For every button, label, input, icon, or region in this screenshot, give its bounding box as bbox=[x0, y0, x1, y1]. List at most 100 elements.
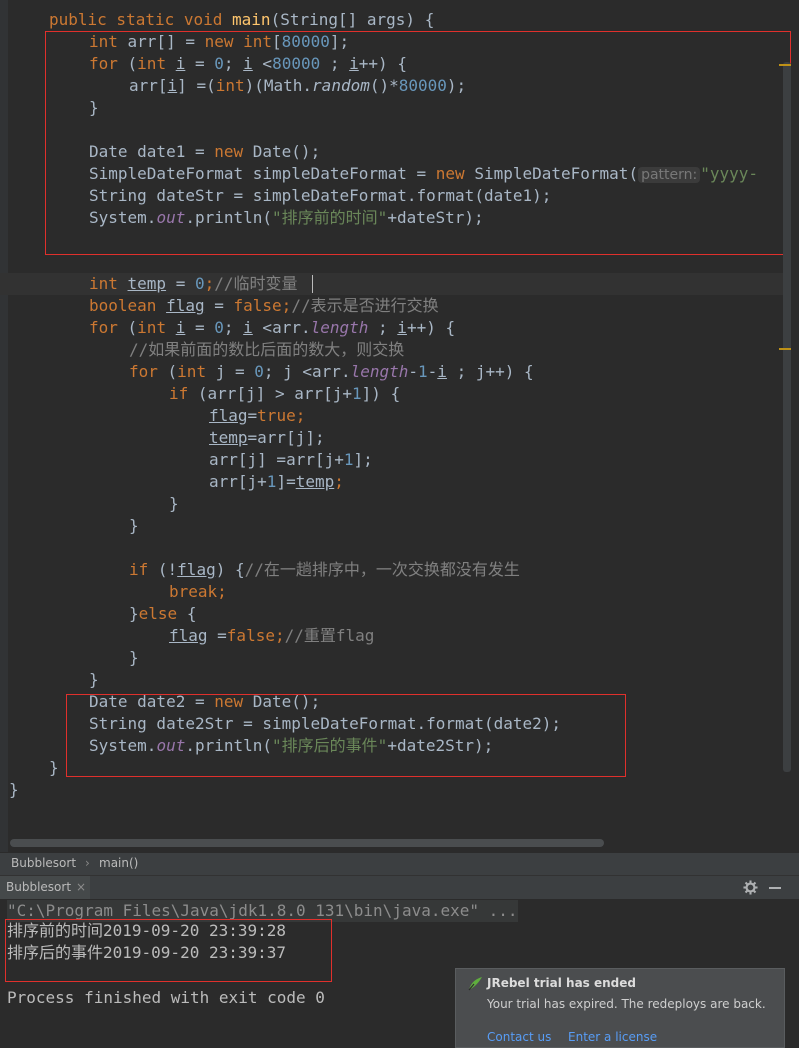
chevron-right-icon: › bbox=[85, 856, 90, 870]
code-token: ; bbox=[223, 318, 244, 337]
code-token: 0 bbox=[214, 318, 224, 337]
horizontal-scrollbar[interactable] bbox=[10, 839, 604, 847]
code-token: = bbox=[166, 274, 195, 293]
code-line: if (!flag) {//在一趟排序中，一次交换都没有发生 bbox=[129, 559, 520, 581]
code-line: public static void main(String[] args) { bbox=[49, 9, 434, 31]
notification-title: JRebel trial has ended bbox=[487, 976, 636, 990]
gear-icon[interactable] bbox=[743, 880, 758, 895]
code-token: } bbox=[129, 516, 139, 535]
annotation-box bbox=[45, 31, 791, 255]
run-tab-label: Bubblesort bbox=[6, 880, 72, 894]
code-token: if bbox=[169, 384, 198, 403]
code-line: } bbox=[49, 757, 59, 779]
code-token: i bbox=[243, 318, 253, 337]
code-line: } bbox=[129, 515, 139, 537]
code-token: ++) { bbox=[406, 318, 456, 337]
code-token: } bbox=[49, 758, 59, 777]
code-line: temp=arr[j]; bbox=[209, 427, 325, 449]
tab-run-bubblesort[interactable]: Bubblesort × bbox=[0, 876, 90, 900]
minimize-icon[interactable] bbox=[769, 887, 781, 889]
code-token: ]; bbox=[353, 450, 373, 469]
code-line: int temp = 0;//临时变量 bbox=[89, 273, 298, 295]
code-token: flag bbox=[209, 406, 248, 425]
code-comment: //表示是否进行交换 bbox=[291, 296, 439, 315]
breadcrumb-method[interactable]: main() bbox=[99, 856, 138, 870]
code-token: ]) { bbox=[361, 384, 401, 403]
code-comment: //重置flag bbox=[284, 626, 375, 645]
code-line: for (int i = 0; i <arr.length ; i++) { bbox=[89, 317, 455, 339]
code-token: temp bbox=[127, 274, 167, 293]
code-token: if bbox=[129, 560, 158, 579]
code-line: flag=true; bbox=[209, 405, 305, 427]
text-caret bbox=[312, 275, 313, 293]
code-token: ; j <arr. bbox=[263, 362, 351, 381]
code-token: 0 bbox=[254, 362, 264, 381]
contact-us-link[interactable]: Contact us bbox=[487, 1030, 551, 1044]
notification-body: Your trial has expired. The redeploys ar… bbox=[487, 997, 766, 1011]
code-token: (arr[j] > arr[j+ bbox=[197, 384, 353, 403]
code-token: int bbox=[177, 362, 216, 381]
code-token: i bbox=[175, 318, 186, 337]
code-token: false bbox=[226, 626, 275, 645]
code-token: ( bbox=[127, 318, 138, 337]
code-token: 1 bbox=[352, 384, 362, 403]
code-token: int bbox=[89, 274, 128, 293]
code-token: ; bbox=[274, 626, 285, 645]
code-token: } bbox=[129, 604, 139, 623]
code-line: flag =false;//重置flag bbox=[169, 625, 374, 647]
code-line: arr[j+1]=temp; bbox=[209, 471, 344, 493]
code-editor[interactable]: public static void main(String[] args) {… bbox=[0, 0, 799, 852]
code-token: else bbox=[138, 604, 187, 623]
code-token: flag bbox=[169, 626, 208, 645]
code-token: ; bbox=[217, 582, 227, 601]
code-token: public static void bbox=[49, 10, 233, 29]
run-panel-header: Bubblesort × bbox=[0, 875, 799, 901]
code-token: ; bbox=[295, 406, 306, 425]
breadcrumb: Bubblesort › main() bbox=[0, 852, 799, 875]
code-line: } bbox=[129, 647, 139, 669]
code-line: }else { bbox=[129, 603, 196, 625]
code-line: } bbox=[89, 669, 99, 691]
code-token: ) { bbox=[215, 560, 245, 579]
code-token: flag bbox=[177, 560, 216, 579]
jrebel-icon bbox=[468, 977, 482, 991]
code-token: length bbox=[350, 362, 409, 381]
jrebel-notification[interactable]: JRebel trial has ended Your trial has ex… bbox=[455, 968, 785, 1048]
code-token: 1 bbox=[266, 472, 277, 491]
code-line: //如果前面的数比后面的数大，则交换 bbox=[129, 339, 404, 361]
code-line: } bbox=[9, 779, 19, 801]
close-icon[interactable]: × bbox=[76, 880, 86, 894]
code-token: ; bbox=[334, 472, 344, 491]
code-token: - bbox=[427, 362, 438, 381]
console-line: Process finished with exit code 0 bbox=[7, 988, 325, 1007]
annotation-box bbox=[66, 694, 626, 777]
code-token: (! bbox=[157, 560, 178, 579]
code-comment: //在一趟排序中，一次交换都没有发生 bbox=[244, 560, 520, 579]
code-token: =arr[j]; bbox=[247, 428, 325, 447]
enter-license-link[interactable]: Enter a license bbox=[568, 1030, 657, 1044]
breadcrumb-class[interactable]: Bubblesort bbox=[11, 856, 76, 870]
code-token: arr[j+ bbox=[209, 472, 267, 491]
code-comment: //如果前面的数比后面的数大，则交换 bbox=[129, 340, 405, 359]
code-token: j = bbox=[215, 362, 255, 381]
code-token: temp bbox=[295, 472, 335, 491]
code-token: } bbox=[89, 670, 99, 689]
code-line: boolean flag = false;//表示是否进行交换 bbox=[89, 295, 439, 317]
code-token: 1 bbox=[418, 362, 428, 381]
code-token: i bbox=[397, 318, 407, 337]
vertical-scrollbar[interactable] bbox=[783, 62, 791, 772]
code-line: if (arr[j] > arr[j+1]) { bbox=[169, 383, 400, 405]
code-token: ; j++) { bbox=[446, 362, 534, 381]
code-token: = bbox=[247, 406, 258, 425]
code-token: true bbox=[257, 406, 296, 425]
code-token: } bbox=[129, 648, 139, 667]
code-token: = bbox=[185, 318, 215, 337]
code-token: } bbox=[9, 780, 19, 799]
editor-gutter bbox=[0, 0, 8, 852]
code-line: break; bbox=[169, 581, 227, 603]
warning-marker[interactable] bbox=[779, 348, 791, 350]
code-token: <arr. bbox=[252, 318, 311, 337]
code-token: ( bbox=[167, 362, 178, 381]
warning-marker[interactable] bbox=[779, 64, 791, 66]
code-line: } bbox=[169, 493, 179, 515]
